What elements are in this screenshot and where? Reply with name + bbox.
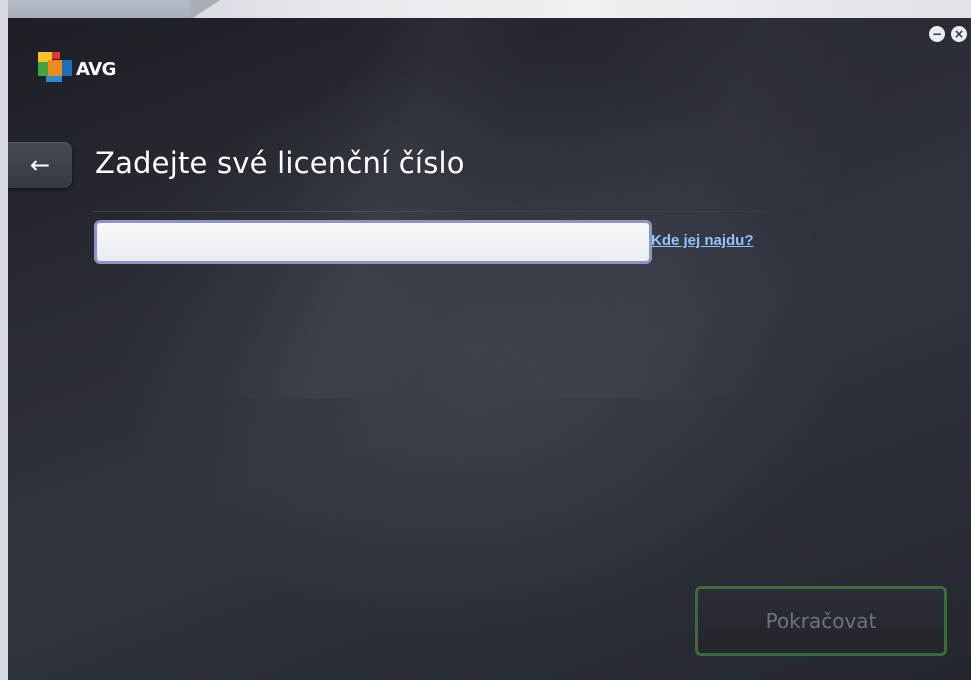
where-to-find-link[interactable]: Kde jej najdu? — [651, 232, 754, 249]
page-title: Zadejte své licenční číslo — [95, 146, 465, 180]
backdrop-tab-shape — [0, 0, 220, 20]
back-button[interactable]: ← — [8, 142, 72, 188]
license-number-input[interactable] — [94, 220, 652, 264]
desktop-backdrop-left — [0, 0, 8, 680]
arrow-left-icon: ← — [29, 151, 51, 179]
continue-button[interactable]: Pokračovat — [695, 586, 947, 656]
avg-logo-icon — [38, 52, 72, 82]
logo-text: AVG — [76, 58, 116, 80]
minimize-icon[interactable]: − — [929, 26, 945, 42]
close-icon[interactable]: × — [951, 26, 967, 42]
desktop-backdrop-top — [0, 0, 971, 20]
window-controls: − × — [929, 26, 967, 42]
app-logo: AVG — [38, 52, 116, 82]
avg-setup-window: AVG − × ← Zadejte své licenční číslo Kde… — [8, 18, 971, 680]
title-divider — [92, 211, 872, 212]
